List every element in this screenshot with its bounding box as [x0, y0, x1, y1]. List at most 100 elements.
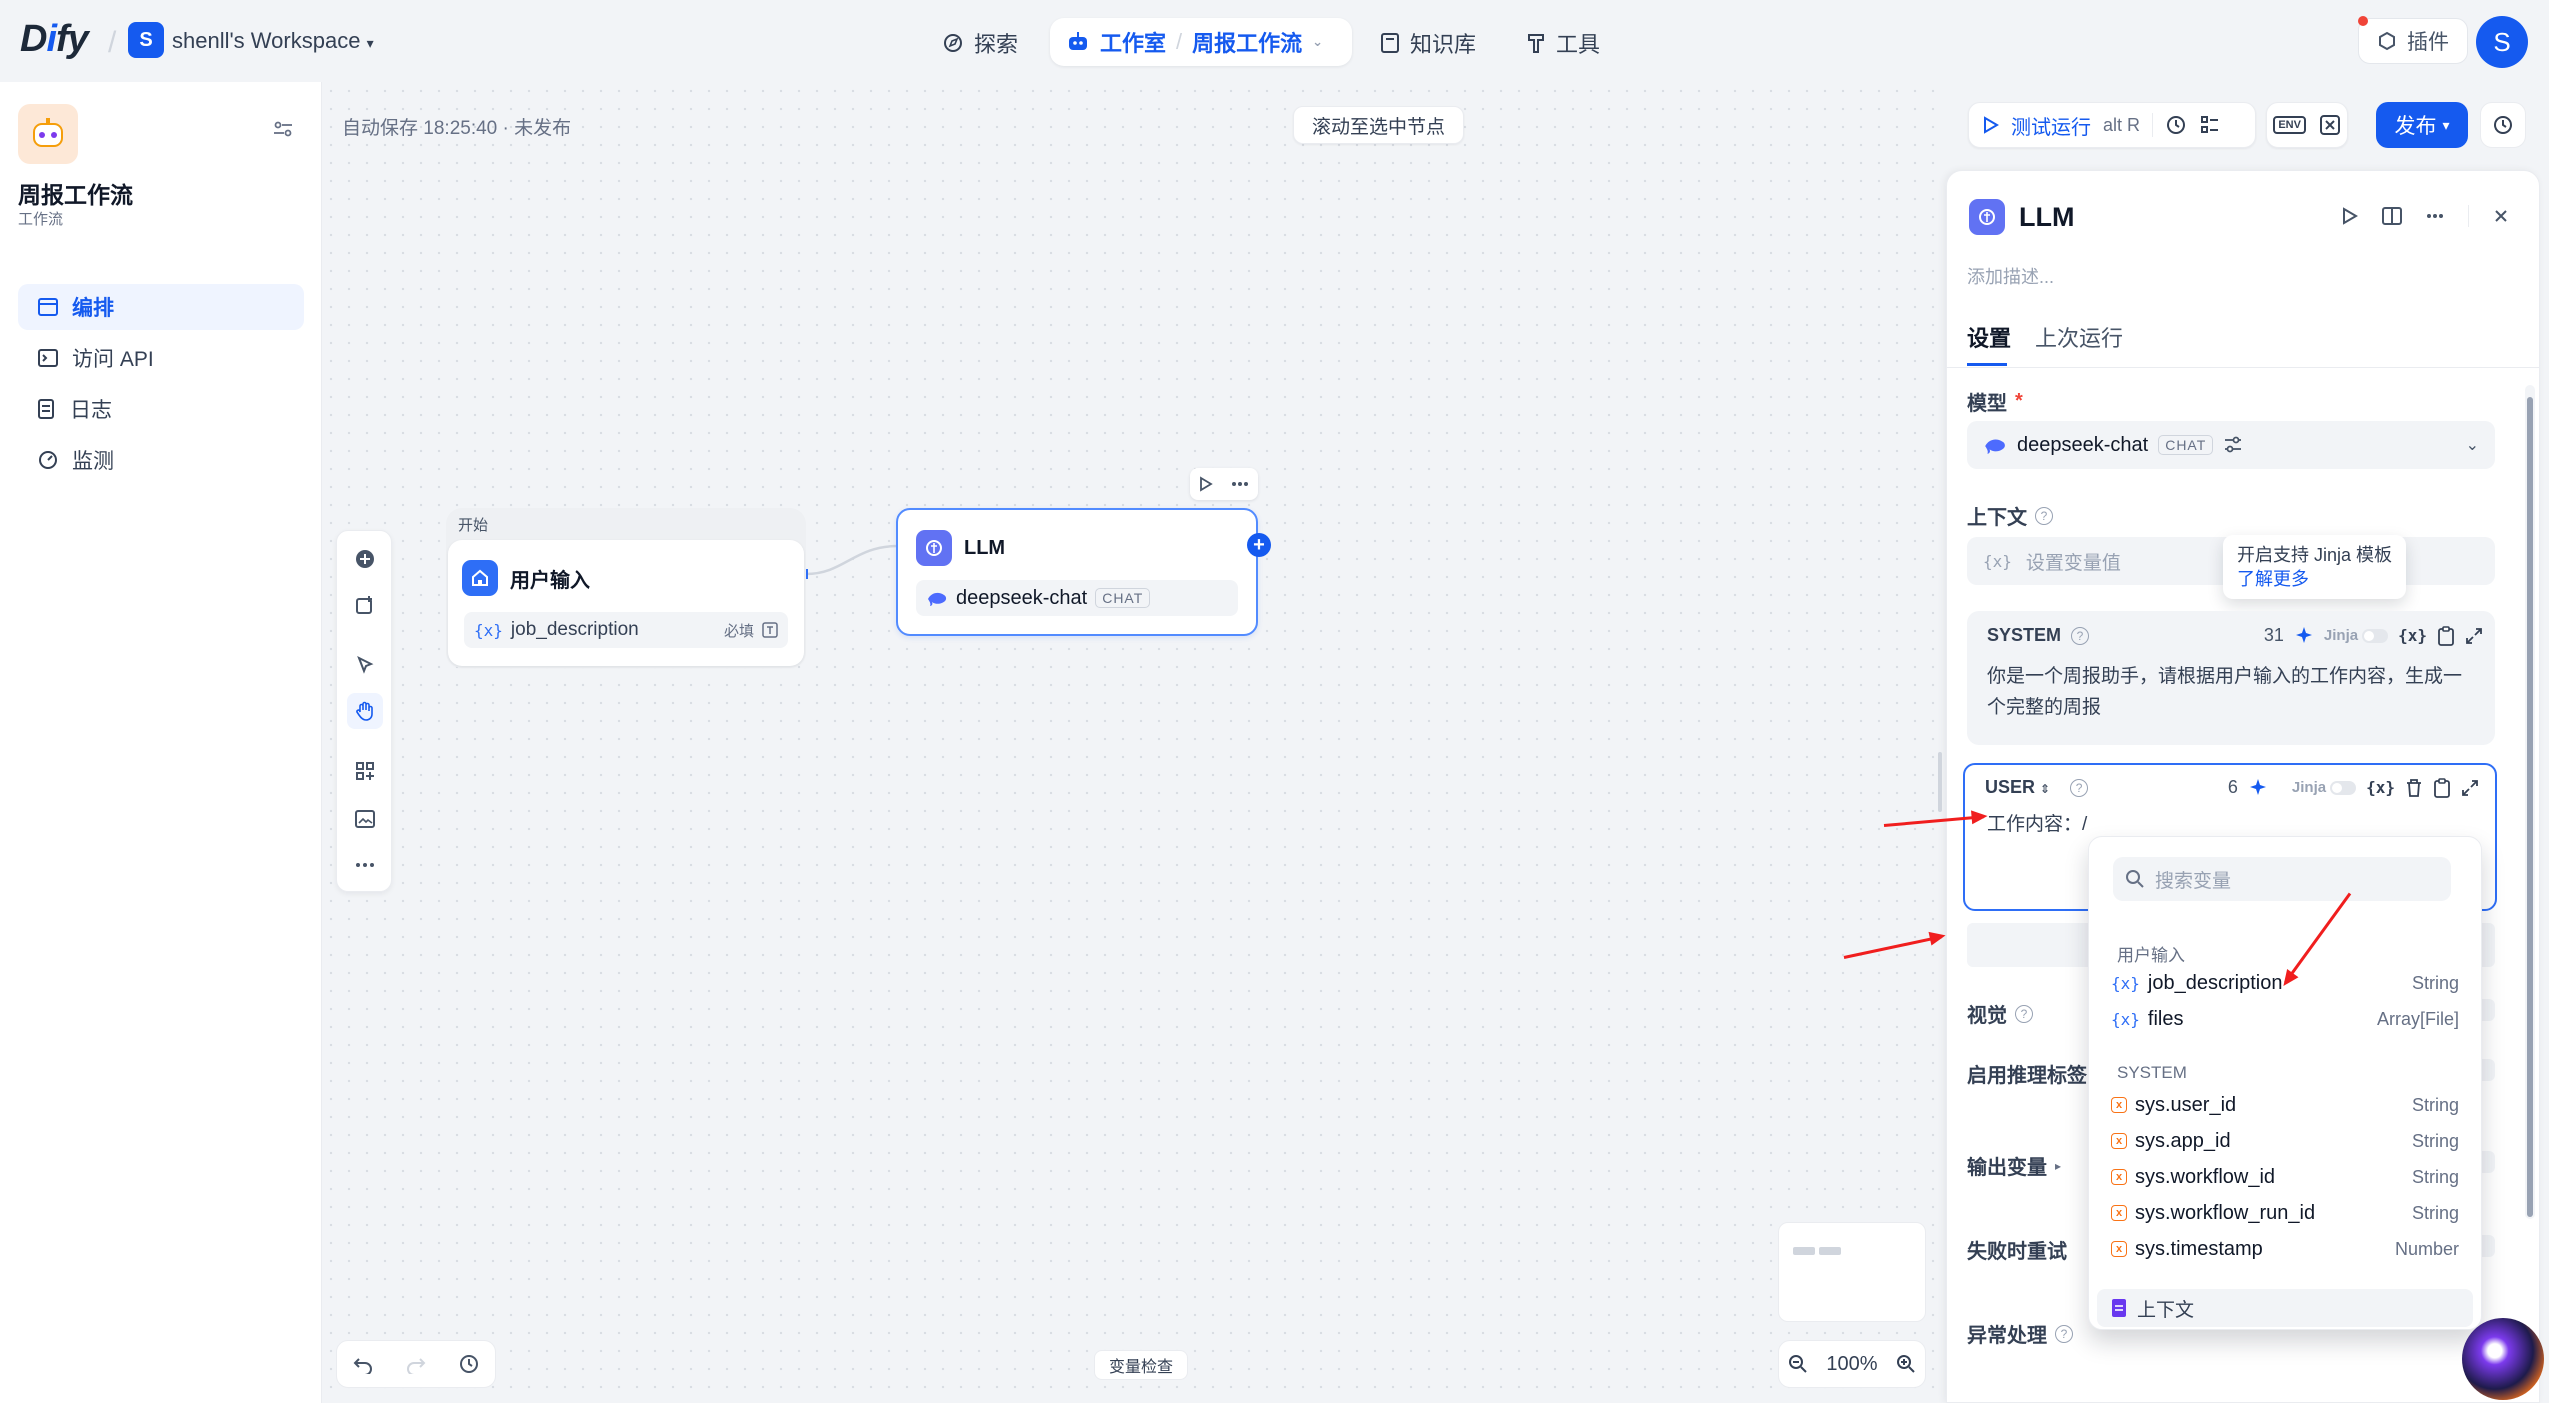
toggle-switch[interactable] [2330, 780, 2357, 795]
zoom-out-icon[interactable] [1788, 1354, 1808, 1374]
variable-item[interactable]: x sys.user_id String [2097, 1087, 2469, 1123]
redo-icon[interactable] [405, 1354, 427, 1374]
more-icon[interactable] [2426, 213, 2444, 219]
retry-label: 失败时重试 [1967, 1241, 2067, 1263]
expand-icon[interactable] [2465, 627, 2483, 645]
plugins-button[interactable]: 插件 [2358, 18, 2468, 64]
system-prompt-box[interactable]: SYSTEM ? 31 Jinja {x} 你是一个周报助手，请根据用户输入的工… [1967, 611, 2495, 745]
nav-explore[interactable]: 探索 [942, 22, 1018, 64]
insert-variable-icon[interactable]: {x} [2366, 778, 2395, 797]
insert-variable-icon[interactable]: {x} [2398, 626, 2427, 645]
sparkle-icon[interactable] [2294, 626, 2314, 646]
sidebar-item-orchestrate[interactable]: 编排 [18, 284, 304, 330]
canvas-tools [336, 530, 392, 892]
undo-icon[interactable] [352, 1354, 374, 1374]
minimap[interactable] [1778, 1222, 1926, 1322]
workspace-avatar[interactable]: S [128, 22, 164, 58]
zoom-in-icon[interactable] [1896, 1354, 1916, 1374]
split-view-icon[interactable] [2382, 207, 2402, 225]
jinja-toggle[interactable]: Jinja [2292, 779, 2357, 796]
group-label: SYSTEM [2117, 1063, 2187, 1082]
start-node[interactable]: 用户输入 {x} job_description 必填 [448, 540, 804, 666]
model-selector[interactable]: deepseek-chat CHAT ⌄ [1967, 421, 2495, 469]
jinja-toggle[interactable]: Jinja [2324, 627, 2389, 644]
start-var-row: {x} job_description 必填 [464, 612, 788, 648]
scroll-to-node-button[interactable]: 滚动至选中节点 [1293, 106, 1465, 144]
help-icon[interactable]: ? [2070, 778, 2089, 797]
system-prompt-text[interactable]: 你是一个周报助手，请根据用户输入的工作内容，生成一个完整的周报 [1987, 661, 2479, 723]
toggle-switch[interactable] [2362, 628, 2389, 643]
variable-inspect-button[interactable]: 变量检查 [1094, 1350, 1189, 1380]
conversation-var-icon[interactable] [2319, 114, 2341, 136]
history-icon[interactable] [458, 1353, 480, 1375]
checklist-icon[interactable] [2199, 114, 2221, 136]
user-prompt-text[interactable]: 工作内容：/ [1987, 809, 2087, 840]
dify-logo[interactable]: Dify [20, 18, 89, 61]
test-run-button[interactable]: 测试运行 alt R [1968, 102, 2256, 148]
help-icon[interactable]: ? [2071, 626, 2090, 645]
run-history-icon[interactable] [2165, 114, 2187, 136]
pointer-icon[interactable] [347, 647, 383, 683]
variable-search-input[interactable]: 搜索变量 [2113, 857, 2451, 901]
assistant-orb[interactable] [2462, 1318, 2544, 1400]
model-params-icon[interactable] [2223, 436, 2243, 454]
vision-section: 视觉 ? [1967, 999, 2033, 1028]
reasoning-label: 启用推理标签 [1967, 1065, 2087, 1087]
clipboard-icon[interactable] [2433, 777, 2451, 798]
add-note-icon[interactable] [347, 587, 383, 623]
export-image-icon[interactable] [347, 801, 383, 837]
output-vars-section[interactable]: 输出变量 ▸ [1967, 1151, 2061, 1180]
trash-icon[interactable] [2405, 778, 2423, 798]
sidebar-item-api[interactable]: 访问 API [18, 335, 304, 381]
more-icon[interactable] [347, 847, 383, 883]
test-run-label: 测试运行 [2011, 116, 2091, 139]
run-node-icon[interactable] [2342, 207, 2358, 225]
hand-icon[interactable] [347, 693, 383, 729]
version-history-button[interactable] [2480, 102, 2526, 148]
learn-more-link[interactable]: 了解更多 [2237, 567, 2392, 591]
more-icon[interactable] [1231, 481, 1249, 487]
workspace-switcher[interactable]: shenll's Workspace ▾ [172, 28, 374, 54]
run-node-icon[interactable] [1199, 476, 1213, 492]
env-icon[interactable]: ENV [2273, 116, 2306, 134]
workflow-canvas[interactable] [322, 82, 1946, 1403]
organize-icon[interactable] [347, 753, 383, 789]
sidebar-item-logs[interactable]: 日志 [18, 386, 304, 432]
help-icon[interactable]: ? [2055, 1324, 2073, 1343]
variable-item[interactable]: x sys.app_id String [2097, 1123, 2469, 1159]
close-icon[interactable] [2493, 208, 2509, 224]
user-avatar[interactable]: S [2476, 16, 2528, 68]
help-icon[interactable]: ? [2015, 1004, 2033, 1023]
sidebar-item-monitor[interactable]: 监测 [18, 437, 304, 483]
panel-resize-handle[interactable] [1938, 752, 1942, 812]
play-icon [1983, 116, 1999, 134]
context-variable-item[interactable]: 上下文 [2097, 1289, 2473, 1327]
variable-item[interactable]: x sys.timestamp Number [2097, 1231, 2469, 1267]
nav-studio-pill[interactable]: 工作室 / 周报工作流 ⌄ [1050, 18, 1352, 66]
add-next-node-button[interactable]: + [1247, 533, 1271, 557]
sparkle-icon[interactable] [2248, 778, 2268, 798]
current-app-label[interactable]: 周报工作流 [1192, 26, 1302, 58]
file-list-icon [38, 399, 56, 419]
nav-knowledge[interactable]: 知识库 [1380, 22, 1476, 64]
variable-item[interactable]: {x} files Array[File] [2097, 1001, 2469, 1037]
publish-button[interactable]: 发布 ▾ [2376, 102, 2468, 148]
user-role-select[interactable]: USER ⇕ [1985, 777, 2050, 798]
tab-last-run[interactable]: 上次运行 [2035, 321, 2123, 353]
zoom-level[interactable]: 100% [1826, 1353, 1877, 1376]
nav-tools[interactable]: 工具 [1526, 22, 1600, 64]
variable-item[interactable]: x sys.workflow_id String [2097, 1159, 2469, 1195]
expand-icon[interactable] [2461, 779, 2479, 797]
variable-item[interactable]: x sys.workflow_run_id String [2097, 1195, 2469, 1231]
clipboard-icon[interactable] [2437, 625, 2455, 646]
panel-title[interactable]: LLM [2019, 202, 2074, 233]
tab-settings[interactable]: 设置 [1967, 321, 2011, 353]
help-icon[interactable]: ? [2035, 506, 2053, 525]
description-input[interactable]: 添加描述... [1967, 263, 2054, 289]
app-settings-icon[interactable] [272, 118, 294, 140]
token-count: 31 [2263, 625, 2284, 645]
llm-node[interactable]: LLM deepseek-chat CHAT [896, 508, 1258, 636]
scrollbar-thumb[interactable] [2527, 397, 2533, 1217]
error-handling-section: 异常处理 ? [1967, 1319, 2073, 1348]
add-node-icon[interactable] [347, 541, 383, 577]
